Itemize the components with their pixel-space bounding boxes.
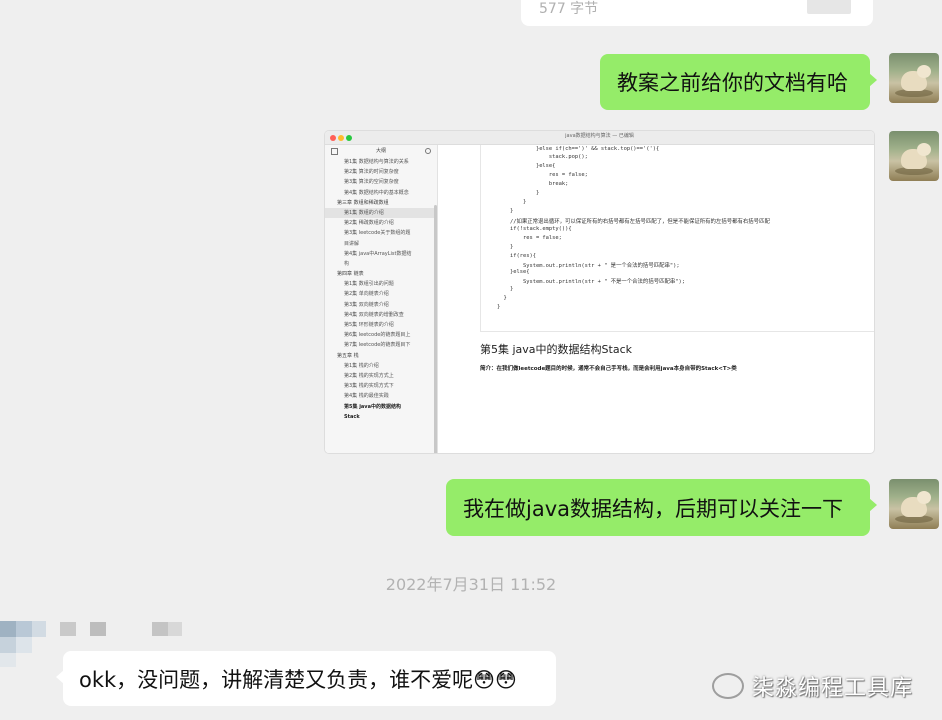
code-line: } [497, 244, 514, 250]
outline-item: 第7集 leetcode的链表题目下 [344, 342, 411, 349]
chat-timestamp: 2022年7月31日 11:52 [385, 575, 557, 594]
code-line: System.out.println(str + " 是一个合法的括号匹配串")… [497, 263, 680, 269]
sidebar-toggle-icon [331, 148, 338, 155]
outline-item: 目讲解 [344, 240, 360, 247]
outline-item: 第五章 栈 [337, 352, 359, 359]
document-content: }else if(ch==')' && stack.top()=='('){ s… [438, 145, 874, 453]
outline-item: 第2集 稀疏数组的介绍 [344, 220, 394, 227]
outline-item: 第4集 java中ArrayList数据结 [344, 250, 412, 257]
outline-item: 第1集 数组引出的问题 [344, 281, 394, 288]
code-line: } [497, 199, 527, 205]
sidebar-scrollbar [434, 205, 437, 453]
outline-item: 第4集 数据结构中的基本概念 [344, 189, 409, 196]
code-line: } [497, 295, 507, 301]
code-line: }else{ [497, 269, 530, 275]
message-text: okk，没问题，讲解清楚又负责，谁不爱呢😳😳 [79, 667, 517, 692]
code-line: if(res){ [497, 253, 536, 259]
search-icon [425, 148, 431, 154]
sender-name-mosaic [60, 622, 184, 636]
outline-item: 构 [344, 260, 350, 267]
code-line: }else{ [497, 163, 556, 169]
outline-list: 第1集 数据结构与算法的关系 第2集 算法的时间复杂度 第3集 算法的空间复杂度 第4… [325, 157, 437, 422]
code-line: } [497, 208, 514, 214]
code-line: } [497, 304, 501, 310]
outline-item: 第3集 算法的空间复杂度 [344, 179, 399, 186]
outline-item: Stack [344, 413, 360, 420]
code-line: } [497, 286, 514, 292]
partial-file-bubble[interactable]: 577 字节 [521, 0, 873, 26]
wechat-icon [712, 673, 744, 699]
section-heading: 第5集 java中的数据结构Stack [480, 343, 632, 356]
message-bubble-other[interactable]: okk，没问题，讲解清楚又负责，谁不爱呢😳😳 [56, 651, 556, 706]
window-title: java数据结构与算法 — 已编辑 [565, 133, 634, 139]
code-line: //如果正常退出循环，可以保证所有的右括号都有左括号匹配了，但是不能保证所有的左… [497, 219, 770, 225]
code-line: break; [497, 181, 569, 187]
outline-item: 第2集 算法的时间复杂度 [344, 169, 399, 176]
code-line: res = false; [497, 172, 588, 178]
outline-sidebar: 大纲 第1集 数据结构与算法的关系 第2集 算法的时间复杂度 第3集 算法的空间复杂… [325, 145, 438, 453]
outline-item: 第3集 leetcode关于数组的题 [344, 230, 411, 237]
watermark: 柒淼编程工具库 [712, 666, 913, 706]
outline-item: 第2集 单向链表介绍 [344, 291, 389, 298]
window-titlebar: java数据结构与算法 — 已编辑 [325, 131, 874, 145]
code-line: if(!stack.empty()){ [497, 226, 572, 232]
outline-item: 第4集 栈的最佳实践 [344, 393, 389, 400]
outline-item: 第5集 java中的数据结构 [344, 403, 401, 410]
code-block: }else if(ch==')' && stack.top()=='('){ s… [480, 145, 874, 332]
file-icon [807, 0, 851, 14]
outline-item: 第3集 栈的实现方式下 [344, 383, 394, 390]
avatar-other[interactable] [0, 621, 46, 667]
message-text: 教案之前给你的文档有哈 [617, 71, 848, 95]
code-line: } [497, 190, 540, 196]
outline-item: 第6集 leetcode的链表题目上 [344, 332, 411, 339]
outline-item: 第3集 双向链表介绍 [344, 301, 389, 308]
outline-item: 第1集 栈的介绍 [344, 362, 379, 369]
message-text: 我在做java数据结构，后期可以关注一下 [463, 496, 843, 521]
outline-item: 第5集 环形链表的介绍 [344, 322, 394, 328]
intro-text: 简介：在我们做leetcode题目的时候，通常不会自己手写栈，而是会利用java… [480, 366, 737, 372]
code-line: res = false; [497, 235, 562, 241]
image-message-screenshot[interactable]: java数据结构与算法 — 已编辑 大纲 第1集 数据结构与算法的关系 第2集 算… [325, 131, 874, 453]
watermark-text: 柒淼编程工具库 [752, 676, 914, 701]
outline-item: 第三章 数组和稀疏数组 [337, 199, 389, 206]
sidebar-title: 大纲 [375, 148, 386, 154]
code-line: stack.pop(); [497, 154, 588, 160]
outline-item: 第四章 链表 [337, 271, 364, 278]
message-bubble-me[interactable]: 我在做java数据结构，后期可以关注一下 [446, 479, 877, 536]
avatar-me[interactable] [889, 53, 939, 103]
code-line: System.out.println(str + " 不是一个合法的括号匹配串"… [497, 279, 686, 285]
outline-item: 第4集 双向链表的增删改查 [344, 311, 404, 318]
outline-item: 第2集 栈的实现方式上 [344, 372, 394, 379]
outline-item: 第1集 数据结构与算法的关系 [344, 159, 409, 165]
file-size-text: 577 字节 [539, 1, 599, 17]
avatar-me[interactable] [889, 131, 939, 181]
message-bubble-me[interactable]: 教案之前给你的文档有哈 [600, 54, 877, 110]
outline-item: 第1集 数组的介绍 [325, 207, 437, 219]
avatar-me[interactable] [889, 479, 939, 529]
code-line: }else if(ch==')' && stack.top()=='('){ [497, 146, 660, 152]
